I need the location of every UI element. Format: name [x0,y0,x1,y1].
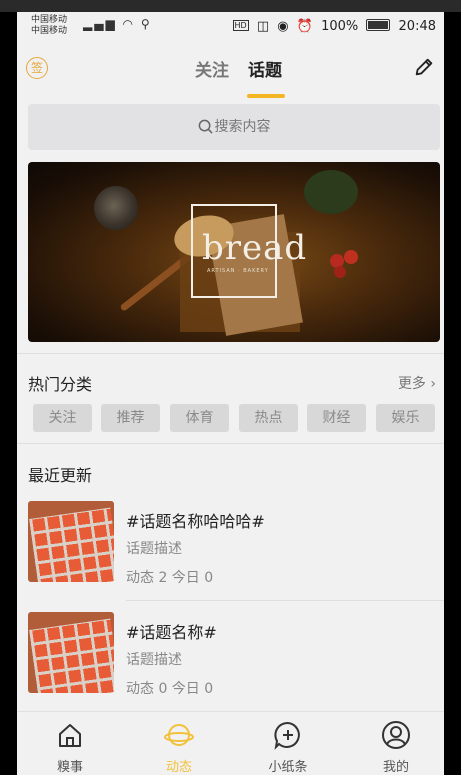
tab-follow[interactable]: 关注 [195,56,229,81]
signal-icons: ▂▄▆ ◠ ⚲ [83,17,152,31]
category-chip[interactable]: 财经 [307,404,366,432]
banner-tomato [344,250,358,264]
chat-plus-icon [274,721,300,750]
cast-icon: ◫ [256,19,270,34]
banner-tomato [334,266,346,278]
topic-stats: 动态 2 今日 0 [126,570,214,586]
topic-title: #话题名称哈哈哈# [126,512,265,531]
topic-title: #话题名称# [126,623,217,642]
search-icon [198,119,213,134]
category-chip[interactable]: 娱乐 [376,404,435,432]
usb-icon: ⚲ [140,17,152,31]
pencil-icon[interactable] [413,56,435,78]
status-bar: 中国移动 中国移动 ▂▄▆ ◠ ⚲ HD ◫ ◉ ⏰ 100% 20:48 [17,12,444,42]
nav-item-qiushi[interactable]: 糗事 [25,712,115,775]
banner-logo-word: bread [202,228,308,268]
status-right: HD ◫ ◉ ⏰ 100% 20:48 [229,19,436,34]
battery-percent: 100% [321,19,359,34]
recent-updates-title: 最近更新 [28,466,93,485]
alarm-icon: ⏰ [296,19,313,34]
list-item[interactable]: #话题名称哈哈哈# 话题描述 动态 2 今日 0 [17,501,444,613]
clock: 20:48 [398,19,436,34]
category-chip[interactable]: 体育 [170,404,229,432]
banner-image[interactable]: bread ARTISAN · BAKERY [28,162,440,342]
phone-screen: 中国移动 中国移动 ▂▄▆ ◠ ⚲ HD ◫ ◉ ⏰ 100% 20:48 签 … [17,12,444,775]
bottom-navigation: 糗事 动态 小纸条 我的 [17,711,444,775]
nav-label: 小纸条 [268,760,308,775]
banner-logo-subline: ARTISAN · BAKERY [207,268,269,274]
more-link[interactable]: 更多 › [398,373,436,393]
nav-label: 动态 [165,760,192,775]
search-placeholder: 搜索内容 [214,119,271,135]
carrier-line-2: 中国移动 [31,26,68,36]
carrier-label: 中国移动 中国移动 [31,15,67,37]
banner-bowl [94,186,138,230]
eye-icon: ◉ [277,19,289,34]
planet-icon [164,724,194,746]
nav-item-xiaozhitiao[interactable]: 小纸条 [243,712,333,775]
top-header: 签 关注 话题 [17,42,444,98]
nav-label: 糗事 [56,760,83,775]
tab-topic[interactable]: 话题 [248,56,282,81]
hot-categories-title: 热门分类 [28,375,93,394]
window-top-strip [0,0,461,12]
profile-icon [382,721,410,749]
topic-thumbnail [28,501,114,582]
divider [17,443,444,444]
nav-item-dongtai[interactable]: 动态 [134,712,224,775]
chevron-right-icon: › [430,376,436,392]
nav-label: 我的 [382,760,409,775]
topic-description: 话题描述 [126,652,182,668]
category-chip[interactable]: 推荐 [101,404,160,432]
divider [126,600,444,601]
battery-icon [366,19,391,31]
hd-icon: HD [232,20,249,31]
sign-in-button[interactable]: 签 [26,57,48,79]
nav-item-wode[interactable]: 我的 [351,712,441,775]
signal-icon: ▂▄▆ [83,17,117,31]
wifi-icon: ◠ [122,17,135,31]
list-item[interactable]: #话题名称# 话题描述 动态 0 今日 0 [17,612,444,724]
more-label: 更多 [397,376,426,392]
divider [17,353,444,354]
active-tab-indicator [247,94,285,98]
carrier-line-1: 中国移动 [31,15,68,25]
home-icon [59,724,81,747]
banner-herbs [304,170,358,214]
category-chip[interactable]: 关注 [33,404,92,432]
topic-thumbnail [28,612,114,693]
search-bar[interactable]: 搜索内容 [28,104,440,150]
topic-stats: 动态 0 今日 0 [126,681,214,697]
category-chip[interactable]: 热点 [239,404,298,432]
topic-description: 话题描述 [126,541,182,557]
